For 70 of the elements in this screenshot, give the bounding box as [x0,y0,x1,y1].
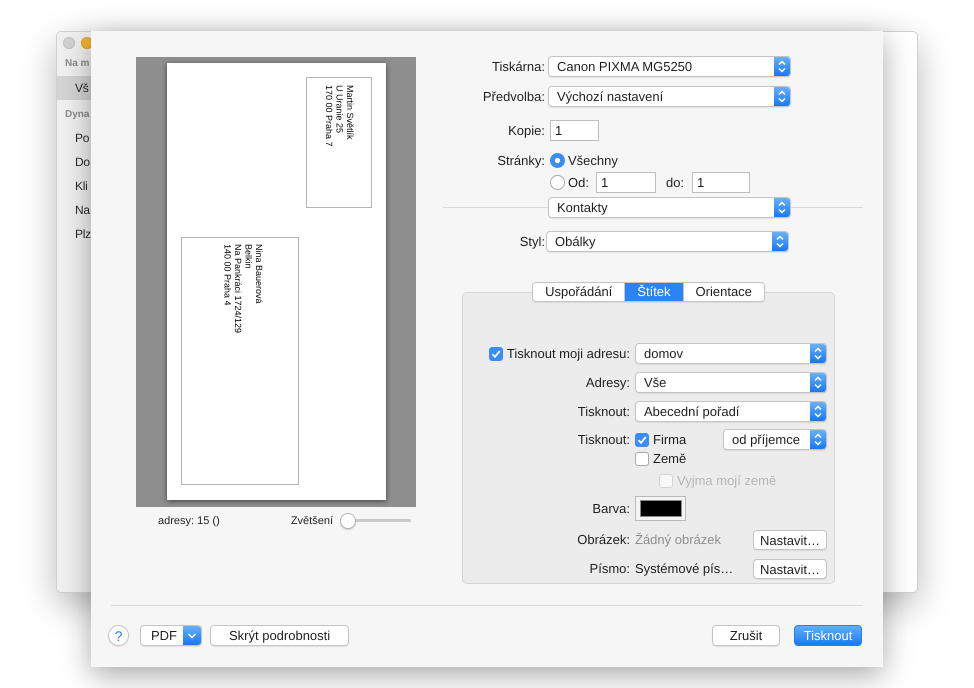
field-label: Obrázek: [577,531,630,550]
up-down-arrows-icon [810,344,826,363]
field-label: Kopie: [508,122,545,140]
checkbox[interactable] [635,432,649,446]
popup-button[interactable]: Abecední pořadí [635,401,827,422]
radio-button[interactable] [550,153,565,168]
sidebar-heading: Na m [64,58,90,70]
help-button[interactable]: ? [108,625,129,646]
zoom-label: Zvětšení [290,514,333,529]
popup-button[interactable]: domov [635,343,827,364]
preset-popup-button[interactable]: Výchozí nastavení [548,86,791,107]
set-button[interactable]: Nastavit… [753,530,827,550]
up-down-arrows-icon [810,402,826,421]
window-control-icon[interactable] [63,37,75,49]
chevron-down-icon [183,626,201,645]
setting-value: Systémové pís… [635,560,734,578]
field-label: do: [666,174,684,192]
address-count: adresy: 15 () [158,514,220,529]
checkbox-label[interactable]: Firma [653,430,686,450]
sender-address: Martin Světlík U Uranie 25 170 00 Praha 7 [324,85,355,147]
cancel-button[interactable]: Zrušit [712,625,780,646]
field-label: Předvolba: [482,88,545,106]
radio-label[interactable]: Od: [568,172,589,192]
sidebar-item[interactable]: Na [57,198,91,222]
field-label: Barva: [592,500,630,518]
field-label: Tiskárna: [492,58,545,76]
checkbox-label[interactable]: Tisknout moji adresu: [506,344,630,364]
field-label: Tisknout: [578,430,630,449]
tab[interactable]: Štítek [624,283,683,301]
page-to-field[interactable]: 1 [692,172,750,193]
checkbox[interactable] [488,346,503,360]
sidebar-item[interactable]: Do [57,150,91,174]
checkbox[interactable] [635,452,649,466]
radio-button[interactable] [550,175,565,190]
copies-field[interactable]: 1 [550,120,599,141]
page-from-field[interactable]: 1 [596,172,656,193]
app-popup-button[interactable]: Kontakty [548,197,791,218]
window-control-icon[interactable] [81,37,91,49]
field-label: Adresy: [586,374,630,392]
field-label: Styl: [520,232,545,251]
sidebar-item[interactable]: Kli [57,174,91,198]
tab[interactable]: Orientace [682,283,764,301]
printer-popup-button[interactable]: Canon PIXMA MG5250 [548,56,791,77]
checkbox-label[interactable]: Země [653,449,686,469]
field-label: Písmo: [590,560,630,578]
set-button[interactable]: Nastavit… [753,559,827,579]
sidebar-heading: Dyna [64,109,90,121]
up-down-arrows-icon [774,198,790,217]
sidebar-item[interactable]: Vš [57,76,91,100]
popup-button[interactable]: od příjemce [723,429,827,450]
field-label: Stránky: [497,152,545,170]
up-down-arrows-icon [810,373,826,392]
up-down-arrows-icon [774,57,790,76]
recipient-address: Nina Bauerová Belkin Na Pankráci 1724/129 140 00 Praha 4 [222,244,264,334]
setting-value: Žádný obrázek [635,531,721,550]
sidebar-item[interactable]: Po [57,126,91,150]
up-down-arrows-icon [774,87,790,106]
popup-button[interactable]: Vše [635,372,827,393]
color-well[interactable] [635,496,686,521]
zoom-slider[interactable] [340,513,411,529]
field-label: Tisknout: [578,402,630,421]
slider-thumb[interactable] [340,513,356,529]
tab[interactable]: Uspořádání [533,283,624,301]
pdf-menu-button[interactable]: PDF [140,625,202,646]
style-popup-button[interactable]: Obálky [546,231,789,252]
sidebar-item[interactable]: Plz [57,222,91,246]
up-down-arrows-icon [772,232,788,251]
up-down-arrows-icon [810,430,826,449]
hide-details-button[interactable]: Skrýt podrobnosti [210,625,350,646]
radio-label[interactable]: Všechny [568,150,618,170]
